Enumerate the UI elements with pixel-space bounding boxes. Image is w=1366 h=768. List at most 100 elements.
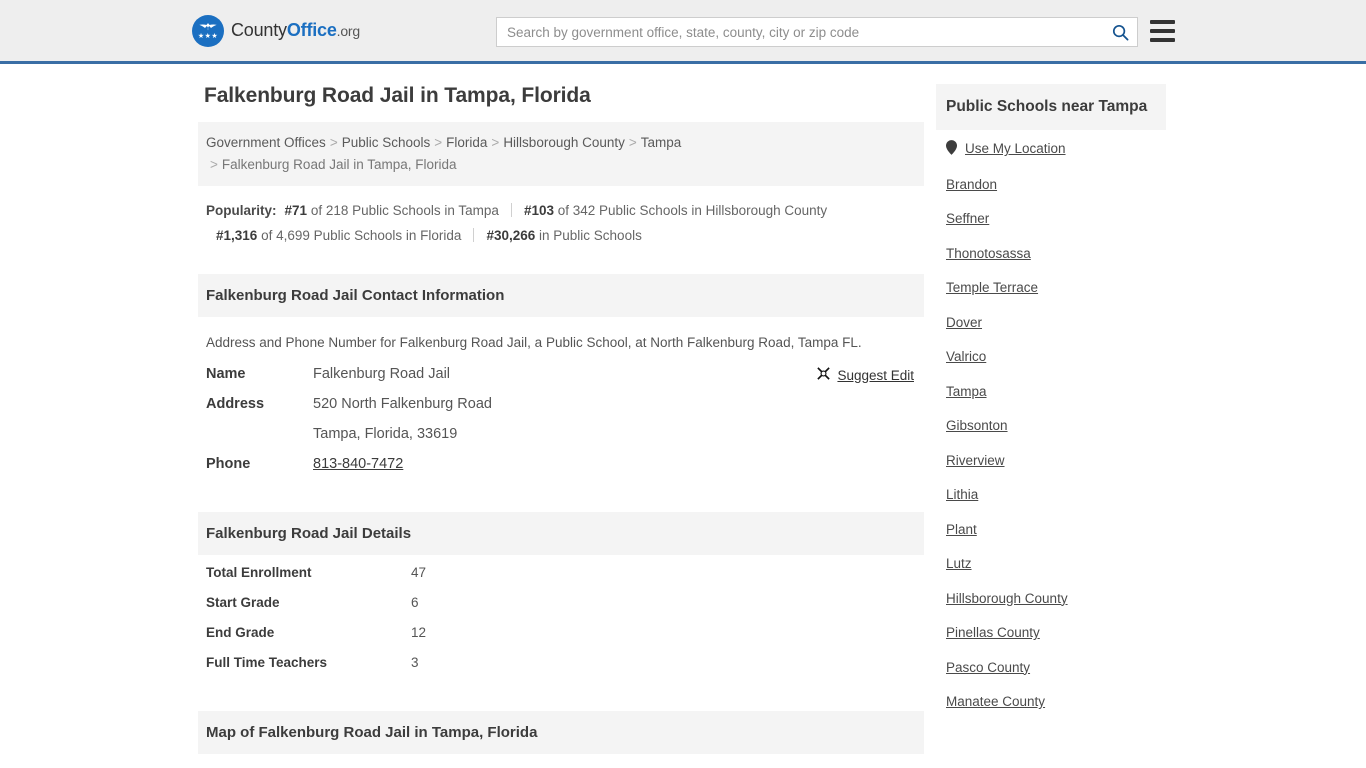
sidebar-link-pasco-county[interactable]: Pasco County bbox=[946, 660, 1030, 675]
details-value-total-enrollment: 47 bbox=[411, 565, 427, 580]
breadcrumb-separator: > bbox=[434, 135, 443, 150]
sidebar-item-pasco-county[interactable]: Pasco County bbox=[946, 660, 1166, 675]
sidebar-item-gibsonton[interactable]: Gibsonton bbox=[946, 418, 1166, 433]
breadcrumb-item-government-offices[interactable]: Government Offices bbox=[206, 135, 326, 150]
contact-key-phone: Phone bbox=[206, 456, 251, 472]
sidebar-link-temple-terrace[interactable]: Temple Terrace bbox=[946, 280, 1038, 295]
sidebar-link-seffner[interactable]: Seffner bbox=[946, 211, 989, 226]
sidebar-item-lutz[interactable]: Lutz bbox=[946, 556, 1166, 571]
sidebar-link-lithia[interactable]: Lithia bbox=[946, 487, 978, 502]
contact-value-phone: 813-840-7472 bbox=[313, 456, 403, 472]
details-key-full-time-teachers: Full Time Teachers bbox=[206, 655, 328, 670]
sidebar-item-thonotosassa[interactable]: Thonotosassa bbox=[946, 246, 1166, 261]
sidebar-link-gibsonton[interactable]: Gibsonton bbox=[946, 418, 1008, 433]
breadcrumb-item-florida[interactable]: Florida bbox=[446, 135, 487, 150]
contact-key-address: Address bbox=[206, 396, 265, 412]
page-layout: Falkenburg Road Jail in Tampa, Florida G… bbox=[0, 64, 1366, 768]
search-input[interactable] bbox=[497, 18, 1103, 46]
sidebar-link-lutz[interactable]: Lutz bbox=[946, 556, 972, 571]
breadcrumb-separator: > bbox=[210, 157, 218, 172]
sidebar-item-brandon[interactable]: Brandon bbox=[946, 177, 1166, 192]
popularity-text-national: in Public Schools bbox=[539, 228, 642, 243]
logo-text-county: County bbox=[231, 20, 287, 40]
sidebar-item-valrico[interactable]: Valrico bbox=[946, 349, 1166, 364]
site-header: ★★★ CountyOffice.org bbox=[0, 0, 1366, 64]
sidebar-item-seffner[interactable]: Seffner bbox=[946, 211, 1166, 226]
map-section-body: View map of Falkenburg Road Jail, and ge… bbox=[198, 754, 924, 768]
logo-text-tld: .org bbox=[336, 23, 361, 39]
page-title: Falkenburg Road Jail in Tampa, Florida bbox=[204, 84, 591, 107]
hamburger-bar bbox=[1150, 38, 1175, 42]
eagle-seal-icon: ★★★ bbox=[192, 14, 224, 47]
sidebar-link-pinellas-county[interactable]: Pinellas County bbox=[946, 625, 1040, 640]
sidebar-item-lithia[interactable]: Lithia bbox=[946, 487, 1166, 502]
sidebar-link-thonotosassa[interactable]: Thonotosassa bbox=[946, 246, 1031, 261]
sidebar-link-riverview[interactable]: Riverview bbox=[946, 453, 1005, 468]
details-key-total-enrollment: Total Enrollment bbox=[206, 565, 312, 580]
breadcrumb-item-hillsborough-county[interactable]: Hillsborough County bbox=[503, 135, 625, 150]
map-section-heading: Map of Falkenburg Road Jail in Tampa, Fl… bbox=[198, 711, 924, 754]
details-row: End Grade 12 bbox=[206, 625, 916, 640]
sidebar-item-temple-terrace[interactable]: Temple Terrace bbox=[946, 280, 1166, 295]
contact-value-address-line2: Tampa, Florida, 33619 bbox=[313, 426, 458, 442]
map-pin-icon bbox=[946, 140, 957, 157]
hamburger-bar bbox=[1150, 20, 1175, 24]
sidebar-link-plant[interactable]: Plant bbox=[946, 522, 977, 537]
details-key-end-grade: End Grade bbox=[206, 625, 275, 640]
sidebar-item-tampa[interactable]: Tampa bbox=[946, 384, 1166, 399]
contact-key-name: Name bbox=[206, 366, 246, 382]
contact-lead-text: Address and Phone Number for Falkenburg … bbox=[206, 335, 862, 350]
edit-crossed-icon bbox=[816, 366, 831, 384]
contact-row-phone: Phone 813-840-7472 bbox=[206, 456, 916, 472]
details-value-start-grade: 6 bbox=[411, 595, 419, 610]
sidebar-item-riverview[interactable]: Riverview bbox=[946, 453, 1166, 468]
sidebar-link-hillsborough-county[interactable]: Hillsborough County bbox=[946, 591, 1068, 606]
popularity-rank-tampa: #71 bbox=[284, 203, 308, 218]
sidebar-item-pinellas-county[interactable]: Pinellas County bbox=[946, 625, 1166, 640]
sidebar-item-dover[interactable]: Dover bbox=[946, 315, 1166, 330]
details-row: Start Grade 6 bbox=[206, 595, 916, 610]
breadcrumb-item-tampa[interactable]: Tampa bbox=[641, 135, 682, 150]
popularity-text-state: of 4,699 Public Schools in Florida bbox=[261, 228, 462, 243]
details-section-body: Total Enrollment 47 Start Grade 6 End Gr… bbox=[198, 555, 924, 693]
details-value-full-time-teachers: 3 bbox=[411, 655, 419, 670]
suggest-edit[interactable]: Suggest Edit bbox=[816, 366, 914, 384]
phone-link[interactable]: 813-840-7472 bbox=[313, 456, 403, 472]
sidebar-link-tampa[interactable]: Tampa bbox=[946, 384, 987, 399]
contact-section-heading: Falkenburg Road Jail Contact Information bbox=[198, 274, 924, 317]
sidebar-list: Use My Location Brandon Seffner Thonotos… bbox=[936, 130, 1166, 709]
logo-stars: ★★★ bbox=[197, 33, 219, 40]
popularity-text-county: of 342 Public Schools in Hillsborough Co… bbox=[557, 203, 828, 218]
search-button[interactable] bbox=[1103, 18, 1137, 46]
sidebar-link-valrico[interactable]: Valrico bbox=[946, 349, 986, 364]
contact-row-address: Address 520 North Falkenburg Road bbox=[206, 396, 916, 412]
sidebar-item-plant[interactable]: Plant bbox=[946, 522, 1166, 537]
sidebar-item-hillsborough-county[interactable]: Hillsborough County bbox=[946, 591, 1166, 606]
sidebar-link-brandon[interactable]: Brandon bbox=[946, 177, 997, 192]
breadcrumb-item-public-schools[interactable]: Public Schools bbox=[342, 135, 431, 150]
sidebar-item-use-my-location[interactable]: Use My Location bbox=[946, 140, 1166, 157]
popularity-row-2: #1,316 of 4,699 Public Schools in Florid… bbox=[206, 223, 916, 248]
details-key-start-grade: Start Grade bbox=[206, 595, 280, 610]
sidebar: Public Schools near Tampa Use My Locatio… bbox=[936, 84, 1166, 768]
popularity-divider bbox=[473, 228, 475, 242]
sidebar-item-manatee-county[interactable]: Manatee County bbox=[946, 694, 1166, 709]
popularity-divider bbox=[510, 203, 512, 217]
breadcrumb-separator: > bbox=[491, 135, 500, 150]
details-value-end-grade: 12 bbox=[411, 625, 427, 640]
site-logo[interactable]: ★★★ CountyOffice.org bbox=[192, 14, 361, 47]
popularity-label: Popularity: bbox=[206, 203, 277, 218]
suggest-edit-link[interactable]: Suggest Edit bbox=[837, 368, 914, 383]
main-content: Falkenburg Road Jail in Tampa, Florida G… bbox=[198, 84, 924, 768]
sidebar-link-dover[interactable]: Dover bbox=[946, 315, 982, 330]
hamburger-menu-icon[interactable] bbox=[1150, 20, 1175, 42]
use-my-location-link[interactable]: Use My Location bbox=[965, 141, 1066, 156]
popularity-text-tampa: of 218 Public Schools in Tampa bbox=[310, 203, 499, 218]
contact-value-name: Falkenburg Road Jail bbox=[313, 366, 451, 382]
breadcrumb-current: Falkenburg Road Jail in Tampa, Florida bbox=[221, 157, 457, 172]
search-bar[interactable] bbox=[496, 17, 1138, 47]
contact-value-address-line1: 520 North Falkenburg Road bbox=[313, 396, 492, 412]
breadcrumb: Government Offices > Public Schools > Florid… bbox=[198, 122, 924, 186]
details-section-heading: Falkenburg Road Jail Details bbox=[198, 512, 924, 555]
sidebar-link-manatee-county[interactable]: Manatee County bbox=[946, 694, 1045, 709]
